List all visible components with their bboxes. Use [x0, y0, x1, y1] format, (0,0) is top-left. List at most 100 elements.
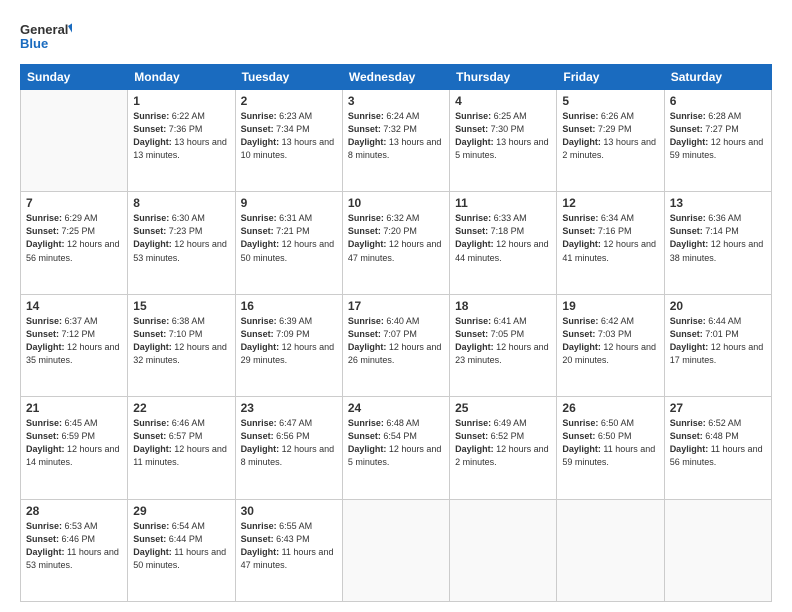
calendar-cell: 19 Sunrise: 6:42 AMSunset: 7:03 PMDayligh… [557, 294, 664, 396]
day-number: 22 [133, 401, 229, 415]
weekday-header-tuesday: Tuesday [235, 65, 342, 90]
weekday-header-wednesday: Wednesday [342, 65, 449, 90]
day-info: Sunrise: 6:54 AMSunset: 6:44 PMDaylight:… [133, 520, 229, 572]
calendar-cell [450, 499, 557, 601]
day-number: 18 [455, 299, 551, 313]
weekday-header-thursday: Thursday [450, 65, 557, 90]
day-info: Sunrise: 6:36 AMSunset: 7:14 PMDaylight:… [670, 212, 766, 264]
day-number: 8 [133, 196, 229, 210]
day-number: 16 [241, 299, 337, 313]
svg-text:Blue: Blue [20, 36, 48, 51]
day-info: Sunrise: 6:42 AMSunset: 7:03 PMDaylight:… [562, 315, 658, 367]
day-number: 25 [455, 401, 551, 415]
calendar-cell: 10 Sunrise: 6:32 AMSunset: 7:20 PMDayligh… [342, 192, 449, 294]
day-number: 26 [562, 401, 658, 415]
day-number: 30 [241, 504, 337, 518]
day-info: Sunrise: 6:39 AMSunset: 7:09 PMDaylight:… [241, 315, 337, 367]
header: General Blue [20, 18, 772, 54]
day-number: 13 [670, 196, 766, 210]
weekday-header-row: SundayMondayTuesdayWednesdayThursdayFrid… [21, 65, 772, 90]
day-info: Sunrise: 6:52 AMSunset: 6:48 PMDaylight:… [670, 417, 766, 469]
weekday-header-sunday: Sunday [21, 65, 128, 90]
calendar-cell: 20Sunrise: 6:44 AMSunset: 7:01 PMDayligh… [664, 294, 771, 396]
day-number: 7 [26, 196, 122, 210]
calendar-cell: 9 Sunrise: 6:31 AMSunset: 7:21 PMDaylight… [235, 192, 342, 294]
calendar-cell: 12Sunrise: 6:34 AMSunset: 7:16 PMDayligh… [557, 192, 664, 294]
calendar-cell: 6 Sunrise: 6:28 AMSunset: 7:27 PMDaylight… [664, 90, 771, 192]
calendar-cell: 29 Sunrise: 6:54 AMSunset: 6:44 PMDayligh… [128, 499, 235, 601]
day-info: Sunrise: 6:46 AMSunset: 6:57 PMDaylight:… [133, 417, 229, 469]
calendar: SundayMondayTuesdayWednesdayThursdayFrid… [20, 64, 772, 602]
logo-svg: General Blue [20, 18, 72, 54]
day-info: Sunrise: 6:55 AMSunset: 6:43 PMDaylight:… [241, 520, 337, 572]
calendar-cell [664, 499, 771, 601]
day-info: Sunrise: 6:38 AMSunset: 7:10 PMDaylight:… [133, 315, 229, 367]
weekday-header-monday: Monday [128, 65, 235, 90]
calendar-cell: 8 Sunrise: 6:30 AMSunset: 7:23 PMDaylight… [128, 192, 235, 294]
week-row-1: 1Sunrise: 6:22 AMSunset: 7:36 PMDaylight… [21, 90, 772, 192]
day-info: Sunrise: 6:31 AMSunset: 7:21 PMDaylight:… [241, 212, 337, 264]
day-info: Sunrise: 6:33 AMSunset: 7:18 PMDaylight:… [455, 212, 551, 264]
calendar-cell: 23Sunrise: 6:47 AMSunset: 6:56 PMDayligh… [235, 397, 342, 499]
day-number: 2 [241, 94, 337, 108]
page: General Blue SundayMondayTuesdayWednesda… [0, 0, 792, 612]
day-info: Sunrise: 6:34 AMSunset: 7:16 PMDaylight:… [562, 212, 658, 264]
day-info: Sunrise: 6:37 AMSunset: 7:12 PMDaylight:… [26, 315, 122, 367]
calendar-cell [342, 499, 449, 601]
day-info: Sunrise: 6:26 AMSunset: 7:29 PMDaylight:… [562, 110, 658, 162]
day-info: Sunrise: 6:30 AMSunset: 7:23 PMDaylight:… [133, 212, 229, 264]
day-number: 28 [26, 504, 122, 518]
day-info: Sunrise: 6:23 AMSunset: 7:34 PMDaylight:… [241, 110, 337, 162]
calendar-cell: 13 Sunrise: 6:36 AMSunset: 7:14 PMDayligh… [664, 192, 771, 294]
calendar-cell: 28 Sunrise: 6:53 AMSunset: 6:46 PMDayligh… [21, 499, 128, 601]
day-number: 14 [26, 299, 122, 313]
day-info: Sunrise: 6:28 AMSunset: 7:27 PMDaylight:… [670, 110, 766, 162]
calendar-cell: 25Sunrise: 6:49 AMSunset: 6:52 PMDayligh… [450, 397, 557, 499]
calendar-cell: 7 Sunrise: 6:29 AMSunset: 7:25 PMDaylight… [21, 192, 128, 294]
calendar-cell: 11 Sunrise: 6:33 AMSunset: 7:18 PMDayligh… [450, 192, 557, 294]
week-row-4: 21 Sunrise: 6:45 AMSunset: 6:59 PMDayligh… [21, 397, 772, 499]
weekday-header-friday: Friday [557, 65, 664, 90]
calendar-cell: 3 Sunrise: 6:24 AMSunset: 7:32 PMDaylight… [342, 90, 449, 192]
day-info: Sunrise: 6:32 AMSunset: 7:20 PMDaylight:… [348, 212, 444, 264]
day-info: Sunrise: 6:45 AMSunset: 6:59 PMDaylight:… [26, 417, 122, 469]
day-number: 11 [455, 196, 551, 210]
week-row-5: 28 Sunrise: 6:53 AMSunset: 6:46 PMDayligh… [21, 499, 772, 601]
day-number: 9 [241, 196, 337, 210]
day-info: Sunrise: 6:29 AMSunset: 7:25 PMDaylight:… [26, 212, 122, 264]
calendar-cell: 27 Sunrise: 6:52 AMSunset: 6:48 PMDayligh… [664, 397, 771, 499]
calendar-cell: 5Sunrise: 6:26 AMSunset: 7:29 PMDaylight… [557, 90, 664, 192]
calendar-cell: 18 Sunrise: 6:41 AMSunset: 7:05 PMDayligh… [450, 294, 557, 396]
calendar-cell: 2 Sunrise: 6:23 AMSunset: 7:34 PMDaylight… [235, 90, 342, 192]
day-number: 10 [348, 196, 444, 210]
day-info: Sunrise: 6:24 AMSunset: 7:32 PMDaylight:… [348, 110, 444, 162]
day-number: 6 [670, 94, 766, 108]
day-number: 17 [348, 299, 444, 313]
calendar-cell: 24Sunrise: 6:48 AMSunset: 6:54 PMDayligh… [342, 397, 449, 499]
day-number: 19 [562, 299, 658, 313]
day-info: Sunrise: 6:53 AMSunset: 6:46 PMDaylight:… [26, 520, 122, 572]
day-number: 3 [348, 94, 444, 108]
day-number: 27 [670, 401, 766, 415]
calendar-cell: 15Sunrise: 6:38 AMSunset: 7:10 PMDayligh… [128, 294, 235, 396]
calendar-cell: 22 Sunrise: 6:46 AMSunset: 6:57 PMDayligh… [128, 397, 235, 499]
calendar-cell: 21 Sunrise: 6:45 AMSunset: 6:59 PMDayligh… [21, 397, 128, 499]
calendar-cell: 4Sunrise: 6:25 AMSunset: 7:30 PMDaylight… [450, 90, 557, 192]
day-info: Sunrise: 6:47 AMSunset: 6:56 PMDaylight:… [241, 417, 337, 469]
week-row-2: 7 Sunrise: 6:29 AMSunset: 7:25 PMDaylight… [21, 192, 772, 294]
day-info: Sunrise: 6:41 AMSunset: 7:05 PMDaylight:… [455, 315, 551, 367]
day-number: 21 [26, 401, 122, 415]
calendar-cell: 17 Sunrise: 6:40 AMSunset: 7:07 PMDayligh… [342, 294, 449, 396]
week-row-3: 14 Sunrise: 6:37 AMSunset: 7:12 PMDayligh… [21, 294, 772, 396]
day-number: 4 [455, 94, 551, 108]
calendar-cell: 14 Sunrise: 6:37 AMSunset: 7:12 PMDayligh… [21, 294, 128, 396]
calendar-cell [557, 499, 664, 601]
day-number: 29 [133, 504, 229, 518]
calendar-cell [21, 90, 128, 192]
svg-text:General: General [20, 22, 68, 37]
day-number: 20 [670, 299, 766, 313]
calendar-cell: 26Sunrise: 6:50 AMSunset: 6:50 PMDayligh… [557, 397, 664, 499]
day-info: Sunrise: 6:40 AMSunset: 7:07 PMDaylight:… [348, 315, 444, 367]
day-number: 1 [133, 94, 229, 108]
day-info: Sunrise: 6:48 AMSunset: 6:54 PMDaylight:… [348, 417, 444, 469]
